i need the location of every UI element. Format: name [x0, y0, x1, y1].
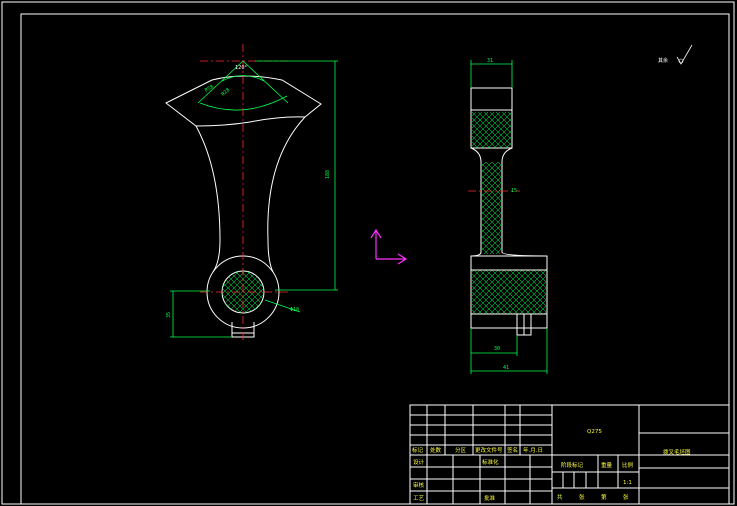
svg-text:标记: 标记 [412, 446, 424, 454]
dim-bore: Φ18 [290, 307, 299, 313]
front-view: 188 35 Φ18 120° R58 R28 [165, 44, 338, 340]
svg-text:第: 第 [601, 493, 607, 501]
svg-text:年.月.日: 年.月.日 [523, 446, 543, 454]
ucs-icon [370, 228, 408, 265]
dim-r1: R58 [204, 84, 215, 94]
roughness-note: 其余 [658, 44, 693, 65]
dim-side-top: 31 [487, 58, 493, 64]
side-view: 31 15 30 41 [468, 58, 548, 374]
svg-text:签名: 签名 [507, 446, 518, 454]
svg-text:其余: 其余 [658, 57, 668, 64]
svg-text:设计: 设计 [413, 458, 425, 466]
title-block: Q275 拨叉毛坯图 标记 处数 分区 更改文件号 签名 年.月.日 设计 标准… [409, 404, 730, 505]
svg-text:共: 共 [557, 493, 563, 501]
dim-angle: 120° [235, 65, 248, 71]
svg-text:比例: 比例 [622, 461, 634, 469]
svg-text:批准: 批准 [484, 494, 496, 502]
svg-text:更改文件号: 更改文件号 [475, 446, 503, 454]
svg-text:分区: 分区 [455, 446, 467, 454]
svg-text:标准化: 标准化 [482, 458, 499, 466]
svg-text:处数: 处数 [430, 446, 442, 454]
dim-boss-offset: 35 [166, 312, 172, 318]
drawing-title: 拨叉毛坯图 [663, 448, 691, 456]
dim-side-web: 15 [511, 188, 517, 194]
svg-text:工艺: 工艺 [413, 495, 425, 502]
svg-text:张: 张 [623, 493, 629, 501]
drawing-frame [1, 1, 735, 505]
drawing-canvas[interactable]: 188 35 Φ18 120° R58 R28 31 15 30 41 其余 Q… [0, 0, 737, 506]
material-label: Q275 [587, 429, 602, 435]
svg-text:阶段标记: 阶段标记 [561, 461, 584, 469]
dim-side-bottom1: 30 [494, 346, 500, 352]
svg-text:审核: 审核 [413, 481, 425, 489]
dim-height: 188 [325, 170, 331, 179]
dim-side-bottom2: 41 [503, 365, 509, 371]
svg-text:张: 张 [579, 493, 585, 501]
svg-text:1:1: 1:1 [623, 480, 632, 486]
svg-text:重量: 重量 [601, 461, 613, 469]
dim-r2: R28 [220, 87, 231, 97]
